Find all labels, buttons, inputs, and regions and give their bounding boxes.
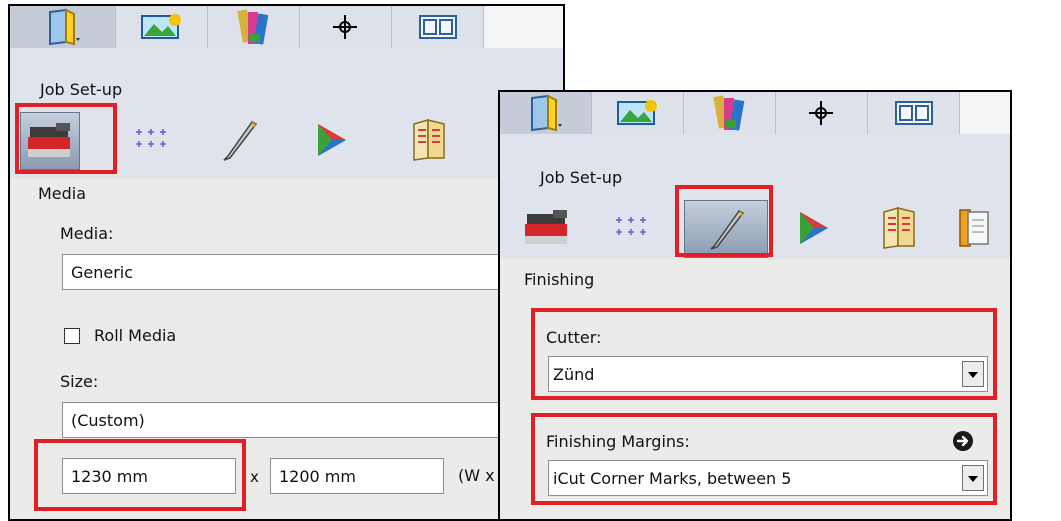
tab-job-setup[interactable] [500, 92, 592, 134]
book-icon [531, 94, 562, 132]
tool-color-management[interactable] [300, 112, 360, 170]
layout-icon [895, 101, 933, 125]
width-field[interactable]: 1230 mm [62, 458, 236, 494]
section-title: Job Set-up [40, 80, 123, 99]
printer-icon [28, 123, 70, 157]
tool-job-ticket[interactable] [400, 112, 460, 170]
cutter-select[interactable]: Zünd [548, 356, 988, 392]
tool-media[interactable] [20, 112, 80, 170]
tool-color-management[interactable] [782, 200, 842, 258]
height-field[interactable]: 1200 mm [270, 458, 444, 494]
tool-tiling[interactable] [120, 112, 180, 170]
tab-job-setup[interactable] [10, 6, 116, 48]
tab-position[interactable] [300, 6, 392, 48]
swatch-icon [237, 9, 269, 45]
size-label: Size: [60, 372, 99, 391]
printer-icon [525, 210, 567, 244]
book-open-icon [883, 207, 915, 249]
blade-icon [710, 210, 745, 250]
book-icon [49, 8, 80, 46]
tab-position[interactable] [776, 92, 868, 134]
media-section-title: Media [38, 184, 87, 203]
size-field[interactable]: (Custom) [62, 402, 563, 438]
roll-media-label: Roll Media [94, 326, 177, 345]
media-field[interactable]: Generic [62, 254, 563, 290]
chevron-down-icon[interactable] [962, 361, 984, 387]
swatch-icon [713, 95, 745, 131]
tool-document[interactable] [946, 200, 1006, 258]
cutter-value: Zünd [553, 365, 595, 384]
finishing-section-title: Finishing [524, 270, 595, 289]
crosshair-icon [809, 101, 833, 125]
tab-layout[interactable] [392, 6, 484, 48]
finishing-panel: Job Set-up Finishing Cutter: Zünd Finish… [498, 90, 1012, 521]
margins-value: iCut Corner Marks, between 5 [553, 469, 792, 488]
wh-hint: (W x [458, 466, 495, 485]
document-icon [959, 209, 989, 247]
tab-color[interactable] [208, 6, 300, 48]
job-setup-header: Job Set-up [500, 134, 1010, 258]
top-tab-bar [500, 92, 1010, 135]
arrow-right-circle-icon[interactable] [952, 430, 974, 452]
cutter-label: Cutter: [546, 328, 602, 347]
top-tab-bar [10, 6, 563, 49]
tab-layout[interactable] [868, 92, 960, 134]
media-panel: Job Set-up Media Media: Generic Roll Med… [8, 4, 565, 521]
blade-icon [223, 121, 258, 161]
tab-image[interactable] [116, 6, 208, 48]
margins-label: Finishing Margins: [546, 432, 690, 451]
section-title: Job Set-up [540, 168, 623, 187]
job-setup-header: Job Set-up [10, 48, 563, 178]
tab-color[interactable] [684, 92, 776, 134]
layout-icon [419, 15, 457, 39]
media-label: Media: [60, 224, 114, 243]
tab-image[interactable] [592, 92, 684, 134]
crosshair-icon [333, 15, 357, 39]
tool-media[interactable] [518, 200, 578, 258]
book-open-icon [413, 119, 445, 161]
image-icon [141, 14, 181, 39]
tool-finishing[interactable] [684, 200, 768, 258]
grid-dots-icon [616, 217, 646, 235]
tool-finishing[interactable] [210, 112, 270, 170]
tool-job-ticket[interactable] [870, 200, 930, 258]
roll-media-checkbox[interactable] [64, 328, 80, 344]
color-triangle-icon [800, 212, 828, 244]
grid-dots-icon [136, 129, 166, 147]
image-icon [617, 100, 657, 125]
tool-tiling[interactable] [600, 200, 660, 258]
chevron-down-icon[interactable] [962, 465, 984, 491]
finishing-margins-select[interactable]: iCut Corner Marks, between 5 [548, 460, 988, 496]
color-triangle-icon [318, 124, 346, 156]
times-separator: x [250, 468, 259, 486]
